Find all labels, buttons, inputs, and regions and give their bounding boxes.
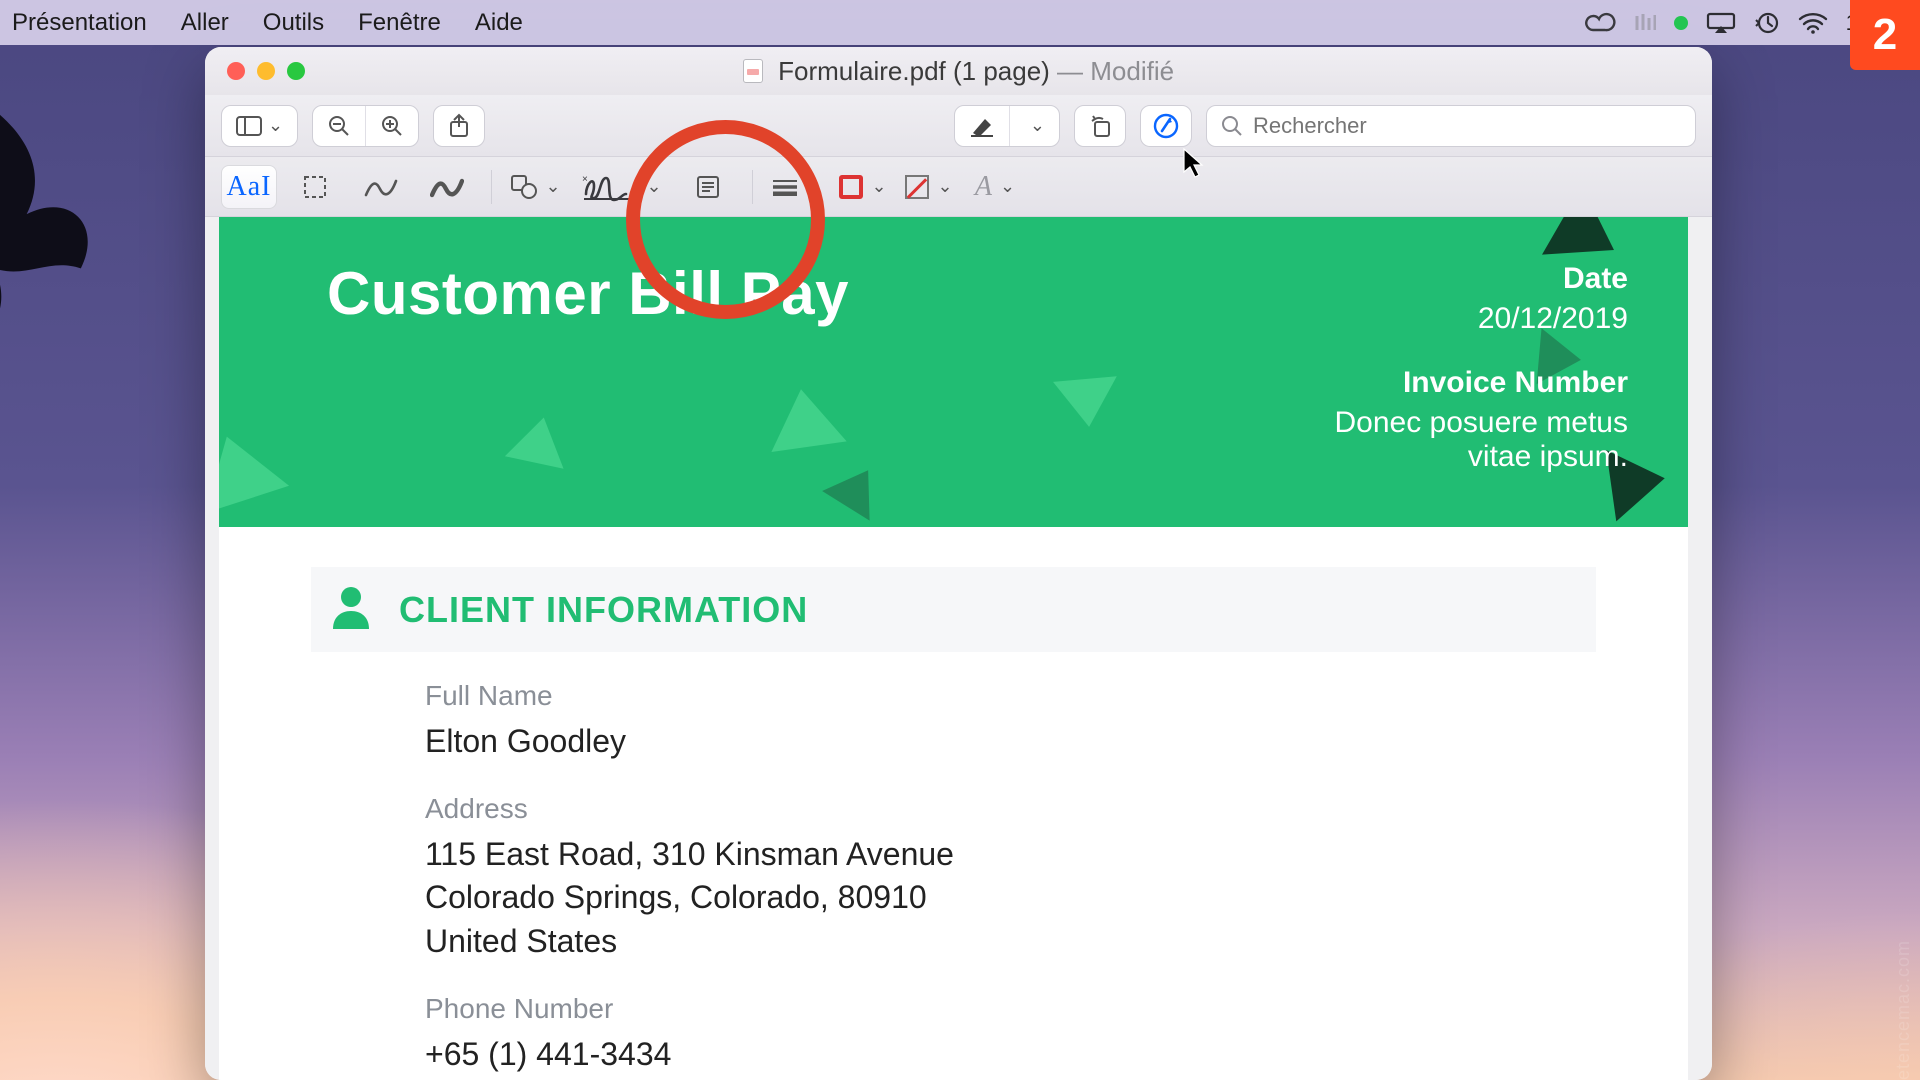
preview-window: Formulaire.pdf (1 page) — Modifié ⌄ ⌄ Aa…	[205, 47, 1712, 1080]
text-style-button[interactable]: A⌄	[967, 165, 1023, 209]
note-tool-button[interactable]	[680, 165, 736, 209]
menu-outils[interactable]: Outils	[263, 9, 324, 37]
fill-color-button[interactable]: ⌄	[901, 165, 957, 209]
fullname-value: Elton Goodley	[425, 720, 1688, 763]
markup-toggle-button[interactable]	[1140, 105, 1192, 147]
main-toolbar: ⌄ ⌄	[205, 95, 1712, 157]
highlight-button[interactable]	[955, 106, 1010, 146]
text-tool-button[interactable]: AaI	[221, 165, 277, 209]
traffic-minimize-button[interactable]	[257, 62, 275, 80]
airplay-icon[interactable]	[1706, 12, 1736, 34]
address-line2: Colorado Springs, Colorado, 80910	[425, 876, 1688, 919]
invoice-number-label: Invoice Number	[1335, 366, 1629, 400]
client-info-title: CLIENT INFORMATION	[399, 589, 808, 631]
traffic-zoom-button[interactable]	[287, 62, 305, 80]
sketch-tool-button[interactable]	[353, 165, 409, 209]
person-icon	[331, 585, 371, 634]
highlight-dropdown[interactable]: ⌄	[1010, 106, 1059, 146]
menu-aide[interactable]: Aide	[475, 9, 523, 37]
wifi-icon[interactable]	[1798, 12, 1828, 34]
status-dot-icon[interactable]	[1674, 16, 1688, 30]
search-field[interactable]	[1206, 105, 1696, 147]
document-viewport[interactable]: Customer Bill Pay Date 20/12/2019 Invoic…	[205, 217, 1712, 1080]
invoice-header: Customer Bill Pay Date 20/12/2019 Invoic…	[219, 217, 1688, 527]
menu-aller[interactable]: Aller	[181, 9, 229, 37]
zoom-in-button[interactable]	[366, 106, 418, 146]
zoom-segment	[312, 105, 419, 147]
invoice-number-value-l1: Donec posuere metus	[1335, 406, 1629, 440]
invoice-number-value-l2: vitae ipsum.	[1335, 440, 1629, 474]
pdf-page: Customer Bill Pay Date 20/12/2019 Invoic…	[219, 217, 1688, 1080]
fullname-label: Full Name	[425, 680, 1688, 712]
traffic-close-button[interactable]	[227, 62, 245, 80]
line-weight-button[interactable]: ⌄	[769, 165, 825, 209]
share-button[interactable]	[433, 105, 485, 147]
svg-text:×: ×	[582, 174, 588, 185]
rectangular-selection-button[interactable]	[287, 165, 343, 209]
search-icon	[1221, 115, 1243, 137]
address-line3: United States	[425, 920, 1688, 963]
separator	[491, 170, 492, 204]
window-title-main: Formulaire.pdf (1 page)	[778, 56, 1050, 86]
markup-toolbar: AaI ⌄ ×⌄ ⌄ ⌄ ⌄ A⌄	[205, 157, 1712, 217]
time-machine-icon[interactable]	[1754, 10, 1780, 36]
window-title-modified: — Modifié	[1050, 56, 1174, 86]
client-info-section-header: CLIENT INFORMATION	[311, 567, 1596, 652]
menu-presentation[interactable]: Présentation	[12, 9, 147, 37]
search-input[interactable]	[1253, 113, 1681, 139]
window-title: Formulaire.pdf (1 page) — Modifié	[205, 56, 1712, 87]
menu-extra-lines-icon[interactable]	[1634, 12, 1656, 34]
phone-value: +65 (1) 441-3434	[425, 1033, 1688, 1076]
phone-label: Phone Number	[425, 993, 1688, 1025]
highlight-segment: ⌄	[954, 105, 1060, 147]
macos-menubar: Présentation Aller Outils Fenêtre Aide 1…	[0, 0, 1920, 45]
address-line1: 115 East Road, 310 Kinsman Avenue	[425, 833, 1688, 876]
date-value: 20/12/2019	[1335, 302, 1629, 336]
stroke-color-button[interactable]: ⌄	[835, 165, 891, 209]
draw-tool-button[interactable]	[419, 165, 475, 209]
creative-cloud-icon[interactable]	[1582, 12, 1616, 34]
tutorial-step-badge: 2	[1850, 0, 1920, 70]
window-titlebar[interactable]: Formulaire.pdf (1 page) — Modifié	[205, 47, 1712, 95]
menu-fenetre[interactable]: Fenêtre	[358, 9, 441, 37]
zoom-out-button[interactable]	[313, 106, 366, 146]
document-proxy-icon[interactable]	[743, 59, 763, 83]
address-label: Address	[425, 793, 1688, 825]
rotate-button[interactable]	[1074, 105, 1126, 147]
watermark-text: www.competencemac.com	[1893, 940, 1914, 1080]
client-fields: Full Name Elton Goodley Address 115 East…	[219, 652, 1688, 1080]
separator	[752, 170, 753, 204]
shapes-button[interactable]: ⌄	[508, 165, 564, 209]
date-label: Date	[1335, 262, 1629, 296]
sidebar-view-button[interactable]: ⌄	[221, 105, 298, 147]
signature-button[interactable]: ×⌄	[574, 165, 670, 209]
